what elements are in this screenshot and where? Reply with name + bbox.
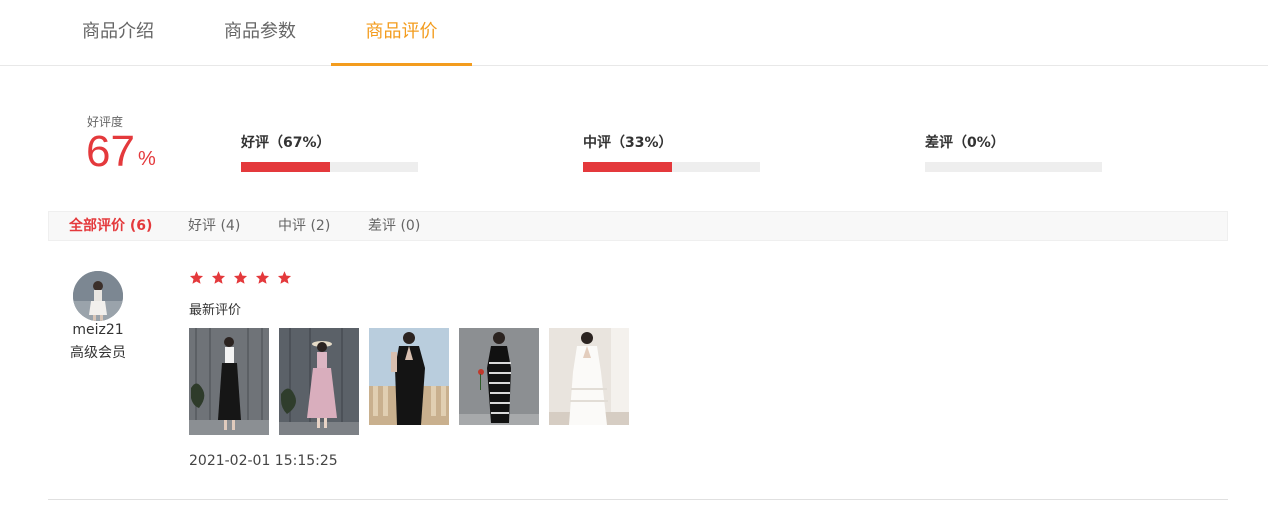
metric-bad-bar: [925, 162, 1102, 172]
star-icon: [278, 271, 292, 284]
star-icon: [234, 271, 248, 284]
filter-medium[interactable]: 中评 (2): [278, 212, 330, 240]
avatar: [73, 271, 123, 321]
star-icon: [256, 271, 270, 284]
filter-good[interactable]: 好评 (4): [188, 212, 240, 240]
metric-good-bar: [241, 162, 418, 172]
metric-medium-fill: [583, 162, 672, 172]
review-photo[interactable]: [549, 328, 629, 425]
product-tabs: 商品介绍 商品参数 商品评价: [0, 0, 1268, 66]
tab-product-reviews[interactable]: 商品评价: [331, 0, 472, 66]
tab-product-params[interactable]: 商品参数: [190, 0, 330, 66]
review-filter-bar: 全部评价 (6) 好评 (4) 中评 (2) 差评 (0): [48, 211, 1228, 241]
review-content: 最新评价: [189, 303, 242, 318]
review-photo[interactable]: [189, 328, 269, 435]
review-photo[interactable]: [279, 328, 359, 435]
tab-product-intro[interactable]: 商品介绍: [48, 0, 188, 66]
review-photo[interactable]: [369, 328, 449, 425]
metric-medium: 中评（33%）: [583, 133, 760, 172]
metric-bad-label: 差评（0%）: [925, 135, 1005, 151]
review-stars: [189, 270, 294, 286]
star-icon: [189, 271, 204, 284]
review-time: 2021-02-01 15:15:25: [189, 453, 338, 469]
metric-medium-bar: [583, 162, 760, 172]
review-user-level: 高级会员: [70, 345, 126, 361]
metric-good: 好评（67%）: [241, 133, 418, 172]
review-divider: [48, 499, 1228, 500]
metric-good-fill: [241, 162, 330, 172]
metric-medium-label: 中评（33%）: [583, 135, 673, 151]
filter-all[interactable]: 全部评价 (6): [69, 212, 152, 240]
filter-bad[interactable]: 差评 (0): [368, 212, 420, 240]
metric-bad: 差评（0%）: [925, 133, 1102, 172]
review-photo[interactable]: [459, 328, 539, 425]
metric-good-label: 好评（67%）: [241, 135, 331, 151]
good-rate-value: 67: [86, 127, 135, 176]
good-rate-unit: %: [138, 148, 156, 170]
star-icon: [212, 271, 226, 284]
review-username: meiz21: [72, 322, 124, 338]
